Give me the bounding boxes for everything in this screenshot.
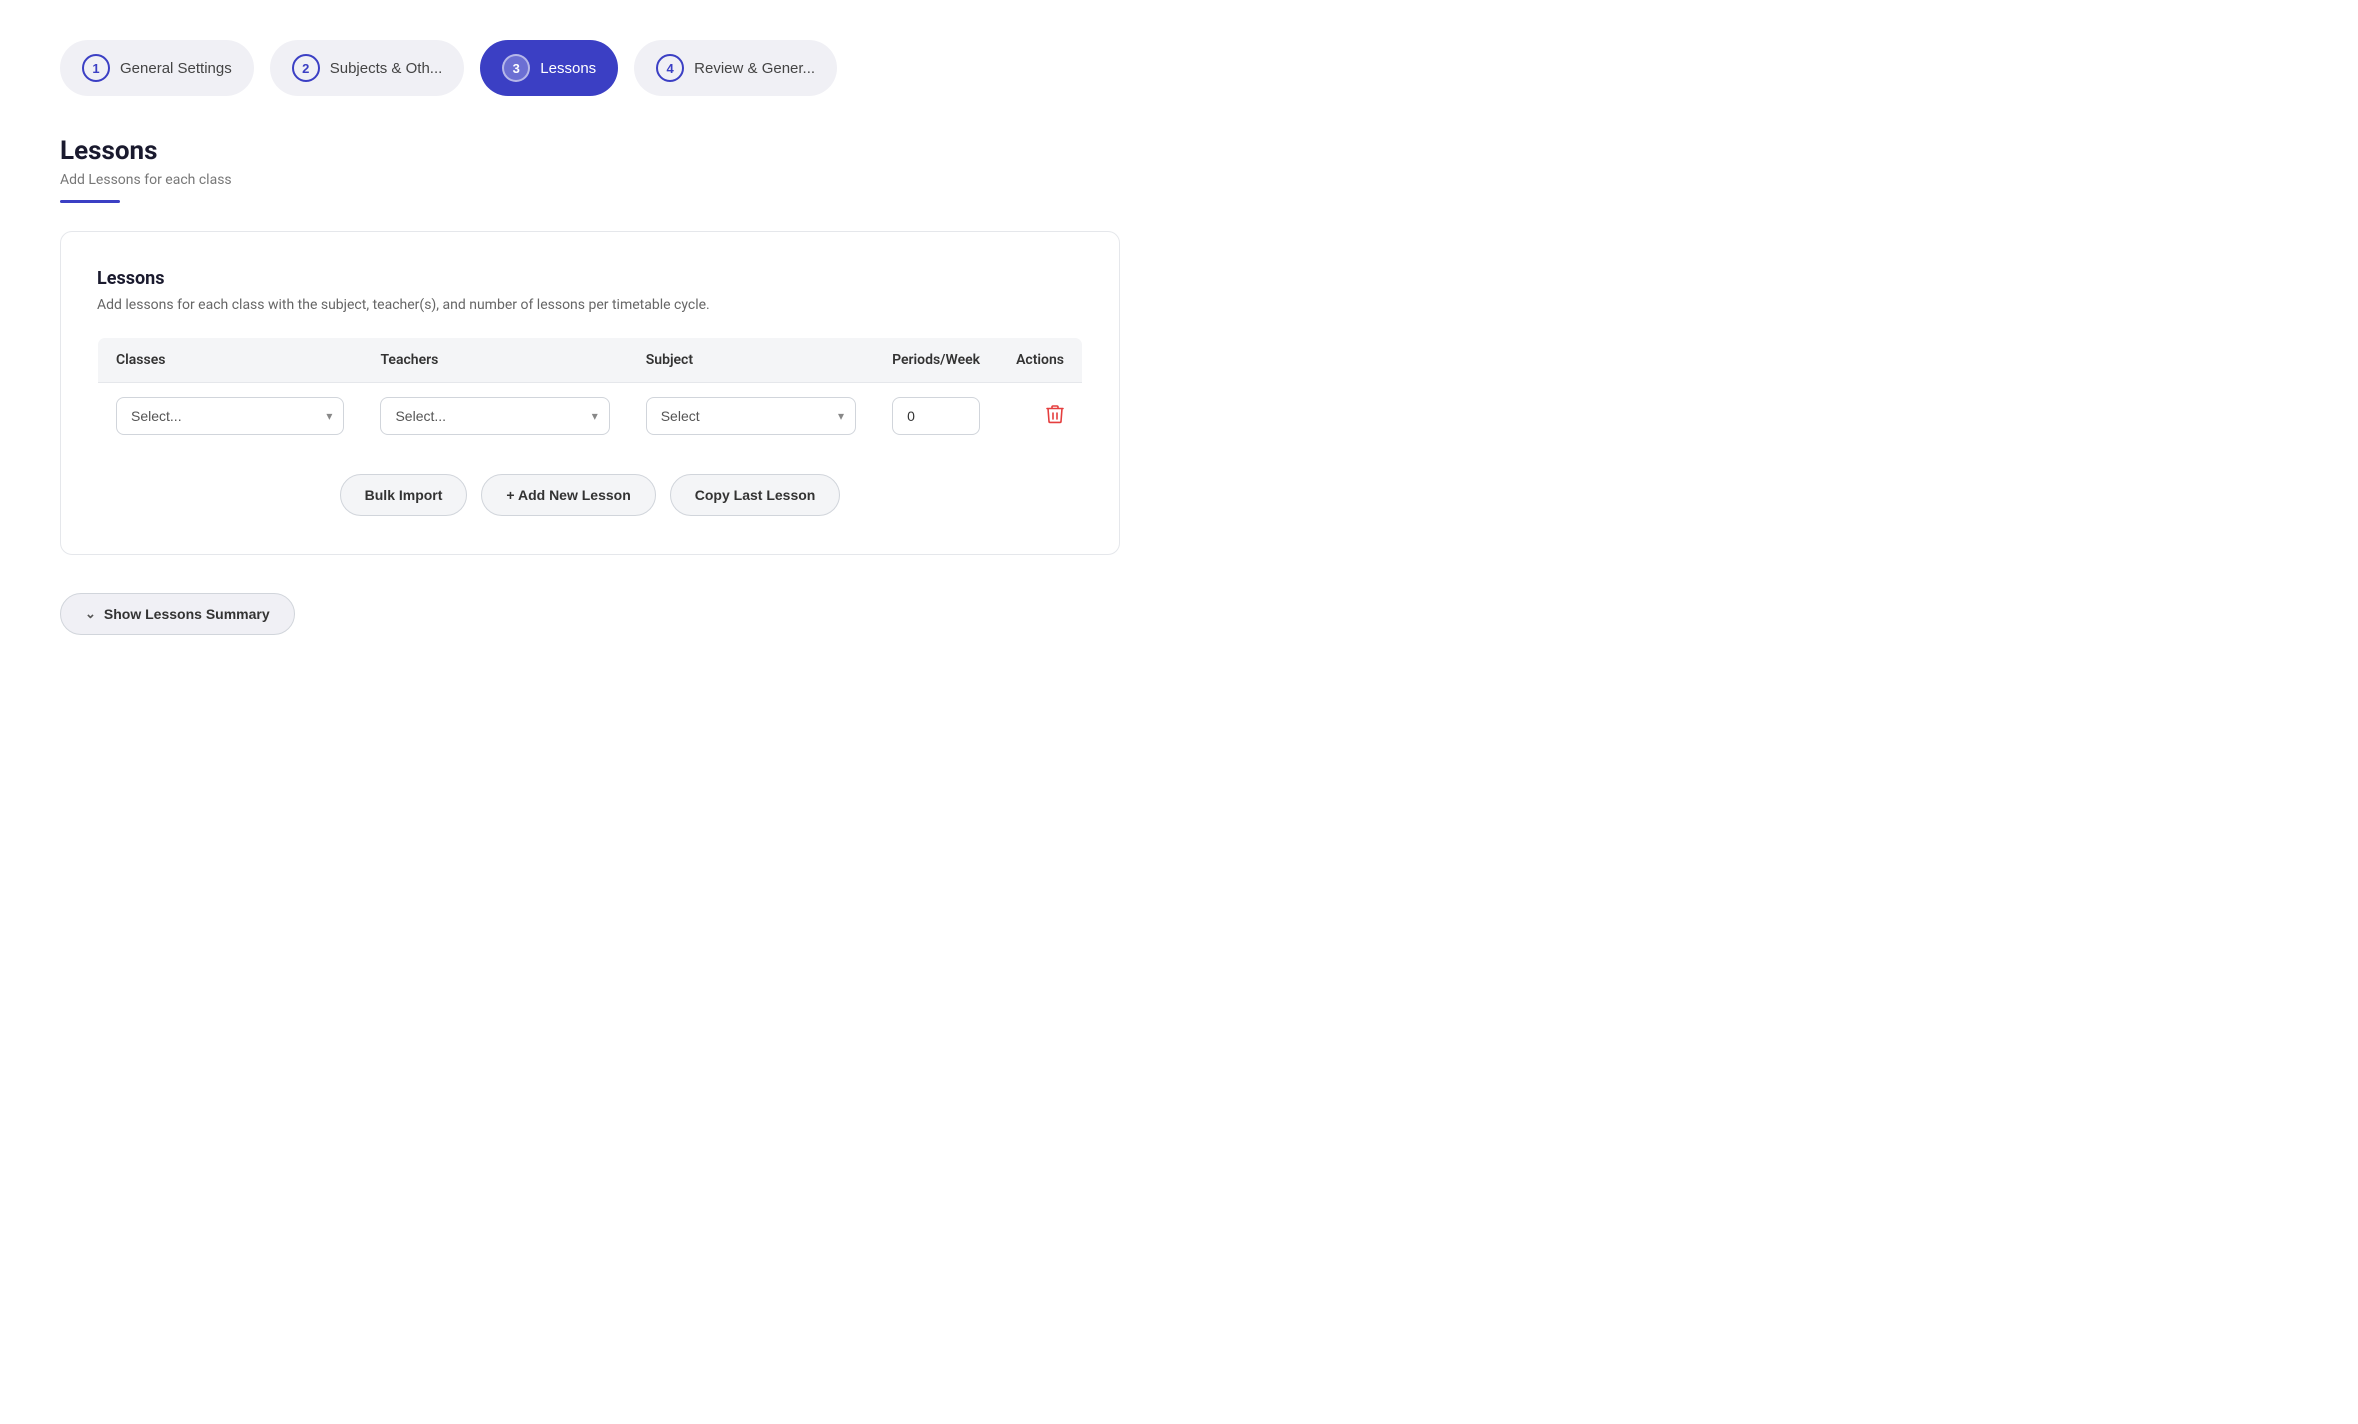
title-underline [60, 200, 120, 203]
step-4-label: Review & Gener... [694, 60, 815, 77]
step-4-number: 4 [656, 54, 684, 82]
col-header-teachers: Teachers [362, 338, 627, 383]
subject-select[interactable]: Select [646, 397, 856, 435]
stepper: 1 General Settings 2 Subjects & Oth... 3… [60, 40, 2298, 96]
step-3-lessons[interactable]: 3 Lessons [480, 40, 618, 96]
delete-row-button[interactable] [1016, 404, 1064, 429]
step-1-number: 1 [82, 54, 110, 82]
classes-select-wrapper: Select... ▾ [116, 397, 344, 435]
periods-input[interactable] [892, 397, 980, 435]
page-header: Lessons Add Lessons for each class [60, 136, 2298, 203]
col-header-subject: Subject [628, 338, 874, 383]
chevron-down-icon: ⌄ [85, 606, 96, 622]
cell-actions [998, 383, 1082, 450]
copy-last-lesson-button[interactable]: Copy Last Lesson [670, 474, 841, 516]
card-title: Lessons [97, 268, 1083, 289]
bulk-import-button[interactable]: Bulk Import [340, 474, 468, 516]
lessons-card: Lessons Add lessons for each class with … [60, 231, 1120, 555]
step-3-label: Lessons [540, 60, 596, 77]
cell-teachers: Select... ▾ [362, 383, 627, 450]
lessons-table: Classes Teachers Subject Periods/Week Ac… [97, 337, 1083, 450]
page-title: Lessons [60, 136, 2298, 166]
step-2-number: 2 [292, 54, 320, 82]
col-header-periods: Periods/Week [874, 338, 998, 383]
step-2-label: Subjects & Oth... [330, 60, 443, 77]
table-row: Select... ▾ Select... ▾ [98, 383, 1083, 450]
step-2-subjects[interactable]: 2 Subjects & Oth... [270, 40, 465, 96]
teachers-select[interactable]: Select... [380, 397, 609, 435]
cell-periods [874, 383, 998, 450]
action-buttons-row: Bulk Import + Add New Lesson Copy Last L… [97, 474, 1083, 516]
cell-classes: Select... ▾ [98, 383, 363, 450]
col-header-actions: Actions [998, 338, 1082, 383]
card-description: Add lessons for each class with the subj… [97, 297, 1083, 313]
page-subtitle: Add Lessons for each class [60, 172, 2298, 188]
add-new-lesson-button[interactable]: + Add New Lesson [481, 474, 655, 516]
step-3-number: 3 [502, 54, 530, 82]
subject-select-wrapper: Select ▾ [646, 397, 856, 435]
show-lessons-summary-button[interactable]: ⌄ Show Lessons Summary [60, 593, 295, 635]
step-1-general-settings[interactable]: 1 General Settings [60, 40, 254, 96]
cell-subject: Select ▾ [628, 383, 874, 450]
teachers-select-wrapper: Select... ▾ [380, 397, 609, 435]
trash-icon [1046, 404, 1064, 429]
step-4-review[interactable]: 4 Review & Gener... [634, 40, 837, 96]
table-header-row: Classes Teachers Subject Periods/Week Ac… [98, 338, 1083, 383]
classes-select[interactable]: Select... [116, 397, 344, 435]
step-1-label: General Settings [120, 60, 232, 77]
summary-button-label: Show Lessons Summary [104, 606, 270, 622]
col-header-classes: Classes [98, 338, 363, 383]
